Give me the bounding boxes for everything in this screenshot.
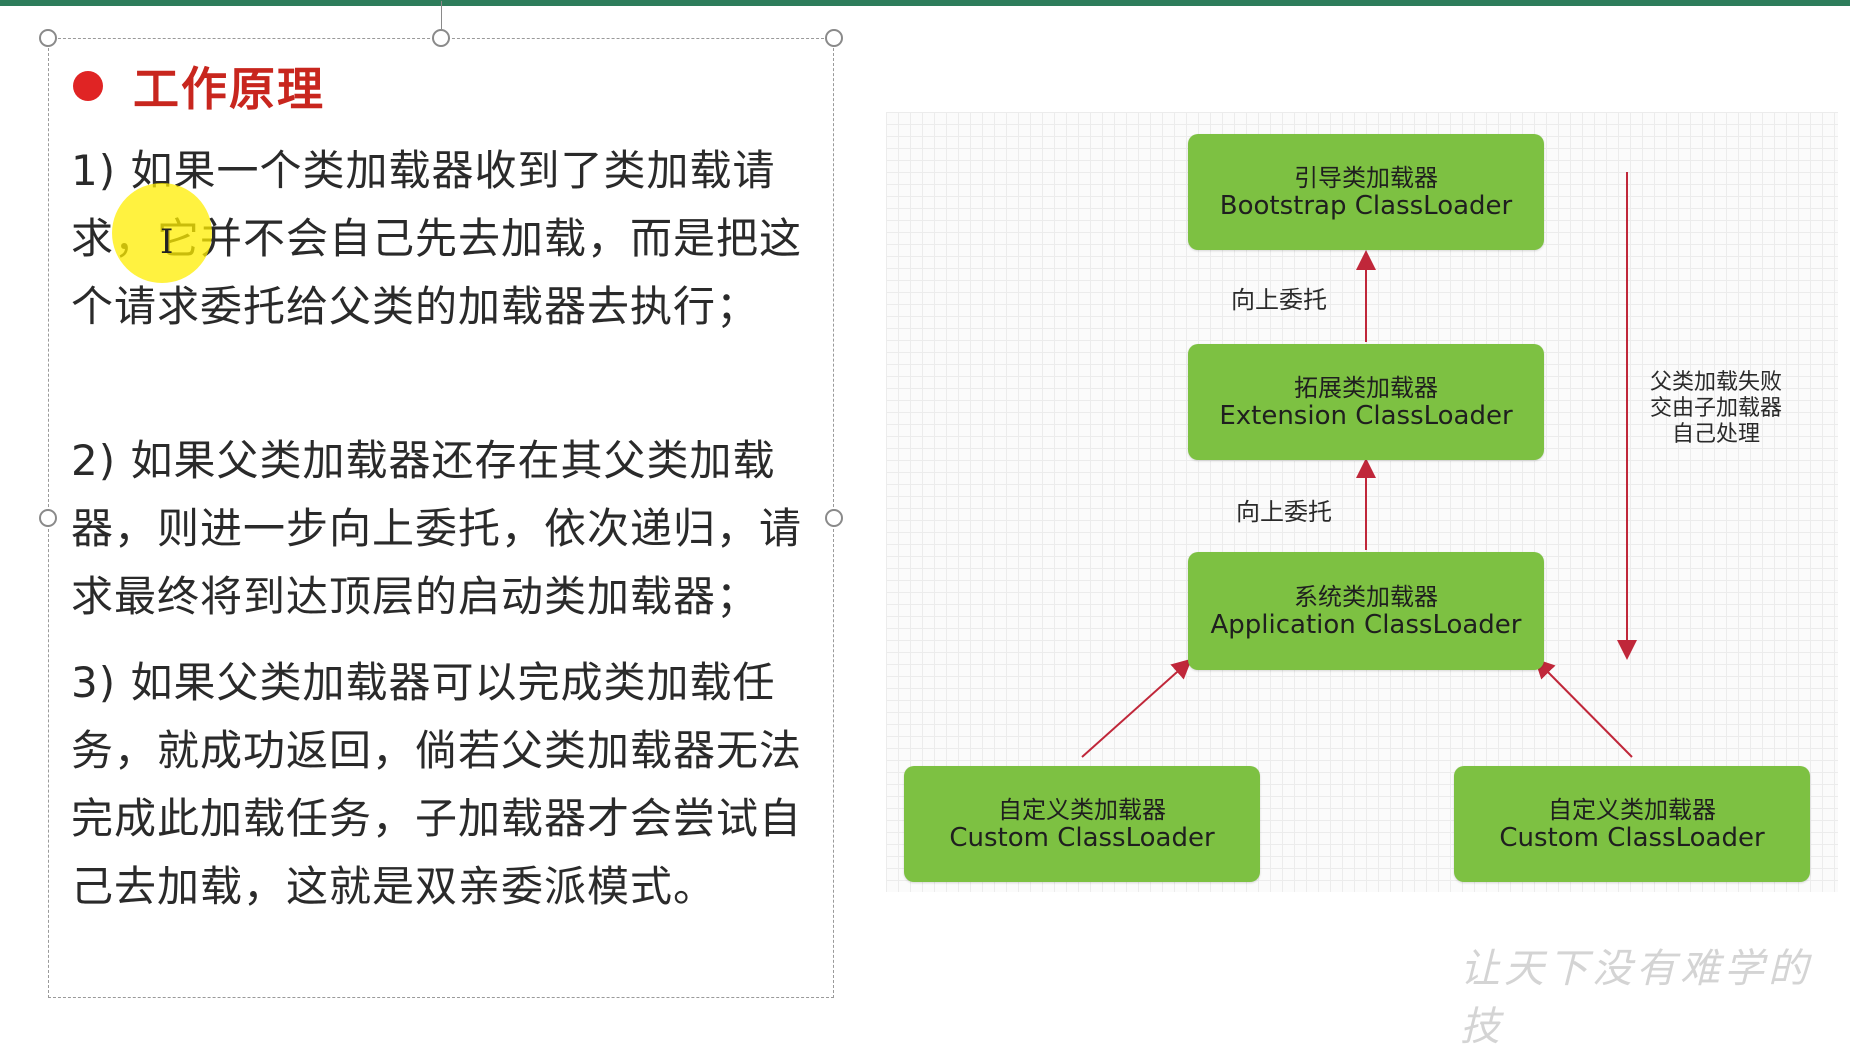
slide-heading: 工作原理 [133, 62, 325, 116]
paragraph-1[interactable]: 1) 如果一个类加载器收到了类加载请求，它并不会自己先去加载，而是把这个请求委托… [71, 137, 841, 341]
node-extension-en: Extension ClassLoader [1219, 401, 1513, 431]
node-custom1-en: Custom ClassLoader [949, 823, 1215, 853]
paragraph-3[interactable]: 3) 如果父类加载器可以完成类加载任务，就成功返回，倘若父类加载器无法完成此加载… [71, 649, 841, 921]
paragraph-2[interactable]: 2) 如果父类加载器还存在其父类加载器，则进一步向上委托，依次递归，请求最终将到… [71, 427, 841, 631]
node-bootstrap-classloader: 引导类加载器 Bootstrap ClassLoader [1188, 134, 1544, 250]
side-note-line-2: 交由子加载器 [1649, 396, 1782, 421]
node-custom2-zh: 自定义类加载器 [1548, 796, 1716, 824]
resize-handle-middle-left[interactable] [39, 509, 57, 527]
side-note-fallback: 父类加载失败 交由子加载器 自己处理 [1631, 370, 1801, 448]
resize-handle-top-right[interactable] [825, 29, 843, 47]
node-application-zh: 系统类加载器 [1294, 583, 1438, 611]
classloader-diagram: 引导类加载器 Bootstrap ClassLoader 拓展类加载器 Exte… [886, 112, 1838, 892]
arrow-custom1-to-app [1081, 658, 1192, 758]
edge-label-delegate-up-2: 向上委托 [1236, 498, 1332, 526]
node-custom1-zh: 自定义类加载器 [998, 796, 1166, 824]
slide-text-box[interactable]: 工作原理 1) 如果一个类加载器收到了类加载请求，它并不会自己先去加载，而是把这… [39, 1, 843, 998]
heading-row: 工作原理 [73, 53, 325, 119]
resize-handle-top-left[interactable] [39, 29, 57, 47]
node-application-en: Application ClassLoader [1210, 610, 1522, 640]
node-extension-zh: 拓展类加载器 [1294, 374, 1438, 402]
side-note-line-3: 自己处理 [1671, 422, 1760, 447]
node-extension-classloader: 拓展类加载器 Extension ClassLoader [1188, 344, 1544, 460]
node-application-classloader: 系统类加载器 Application ClassLoader [1188, 552, 1544, 670]
text-cursor-icon: I [160, 222, 174, 262]
resize-handle-top-middle[interactable] [432, 29, 450, 47]
node-bootstrap-zh: 引导类加载器 [1294, 164, 1438, 192]
node-custom-classloader-2: 自定义类加载器 Custom ClassLoader [1454, 766, 1810, 882]
watermark-text: 让天下没有难学的技 [1460, 946, 1812, 1050]
node-bootstrap-en: Bootstrap ClassLoader [1219, 191, 1513, 221]
rotate-handle-line [441, 1, 442, 29]
side-note-line-1: 父类加载失败 [1649, 370, 1782, 395]
bullet-dot-icon [73, 71, 103, 101]
node-custom-classloader-1: 自定义类加载器 Custom ClassLoader [904, 766, 1260, 882]
arrow-custom2-to-app [1534, 658, 1633, 758]
node-custom2-en: Custom ClassLoader [1499, 823, 1765, 853]
edge-label-delegate-up-1: 向上委托 [1231, 286, 1327, 314]
top-accent-bar [0, 0, 1850, 6]
